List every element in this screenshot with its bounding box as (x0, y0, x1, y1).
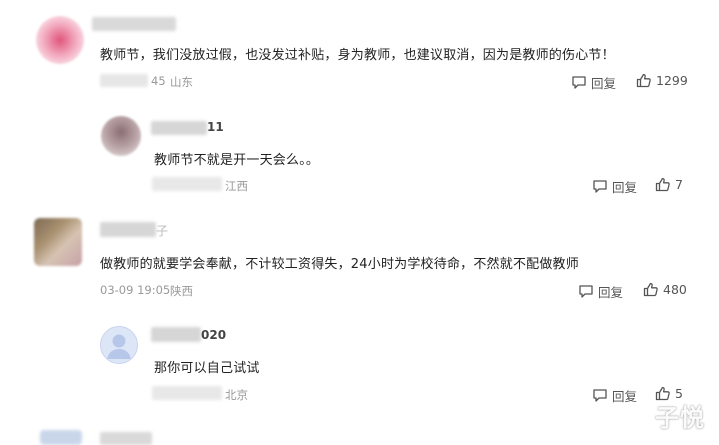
watermark: 子悦 (655, 404, 705, 432)
reply-button[interactable]: 回复 (578, 282, 623, 301)
reply-label: 回复 (591, 76, 617, 91)
username-suffix: 020 (201, 328, 227, 342)
comment-text: 那你可以自己试试 (154, 361, 260, 376)
like-button[interactable]: 1299 (636, 73, 688, 88)
reply-icon (579, 285, 593, 298)
comment-time: 03-09 19:05 (100, 283, 171, 297)
reply-label: 回复 (612, 389, 638, 404)
comment-text: 教师节不就是开一天会么。。 (154, 153, 320, 168)
thumbs-up-icon (643, 282, 658, 297)
reply-button[interactable]: 回复 (571, 73, 616, 92)
avatar[interactable] (101, 116, 141, 156)
avatar[interactable] (36, 16, 84, 64)
reply-label: 回复 (612, 180, 638, 195)
meta-blurred (152, 386, 222, 400)
thumbs-up-icon (655, 177, 670, 192)
like-button[interactable]: 480 (643, 282, 687, 297)
like-button[interactable]: 7 (655, 177, 683, 192)
username-suffix: 11 (207, 120, 224, 134)
comment-location: 山东 (170, 75, 193, 89)
like-count: 7 (675, 177, 683, 192)
like-count: 1299 (656, 73, 688, 88)
comment-location: 北京 (225, 388, 248, 402)
comment-time: 45 (151, 74, 166, 88)
reply-icon (593, 389, 607, 402)
username-suffix: 子 (156, 224, 169, 238)
username-blurred[interactable] (100, 222, 156, 237)
reply-label: 回复 (598, 285, 624, 300)
comment-text: 做教师的就要学会奉献，不计较工资得失，24小时为学校待命，不然就不配做教师 (100, 257, 579, 272)
reply-button[interactable]: 回复 (592, 386, 637, 405)
comment-location: 江西 (225, 179, 248, 193)
meta-blurred (100, 74, 148, 87)
thumbs-up-icon (636, 73, 651, 88)
default-avatar-icon (107, 334, 131, 359)
username-blurred[interactable] (100, 432, 152, 445)
username-blurred[interactable] (151, 121, 207, 135)
meta-blurred (152, 177, 222, 191)
avatar[interactable] (40, 430, 82, 445)
like-count: 480 (663, 282, 687, 297)
reply-button[interactable]: 回复 (592, 177, 637, 196)
comment-text: 教师节，我们没放过假，也没发过补贴，身为教师，也建议取消，因为是教师的伤心节！ (100, 48, 615, 63)
reply-icon (593, 180, 607, 193)
avatar[interactable] (34, 218, 82, 266)
username-blurred[interactable] (151, 327, 201, 342)
reply-icon (572, 76, 586, 89)
comment-location: 陕西 (170, 284, 193, 298)
avatar[interactable] (100, 326, 138, 364)
username-blurred[interactable] (92, 17, 176, 31)
